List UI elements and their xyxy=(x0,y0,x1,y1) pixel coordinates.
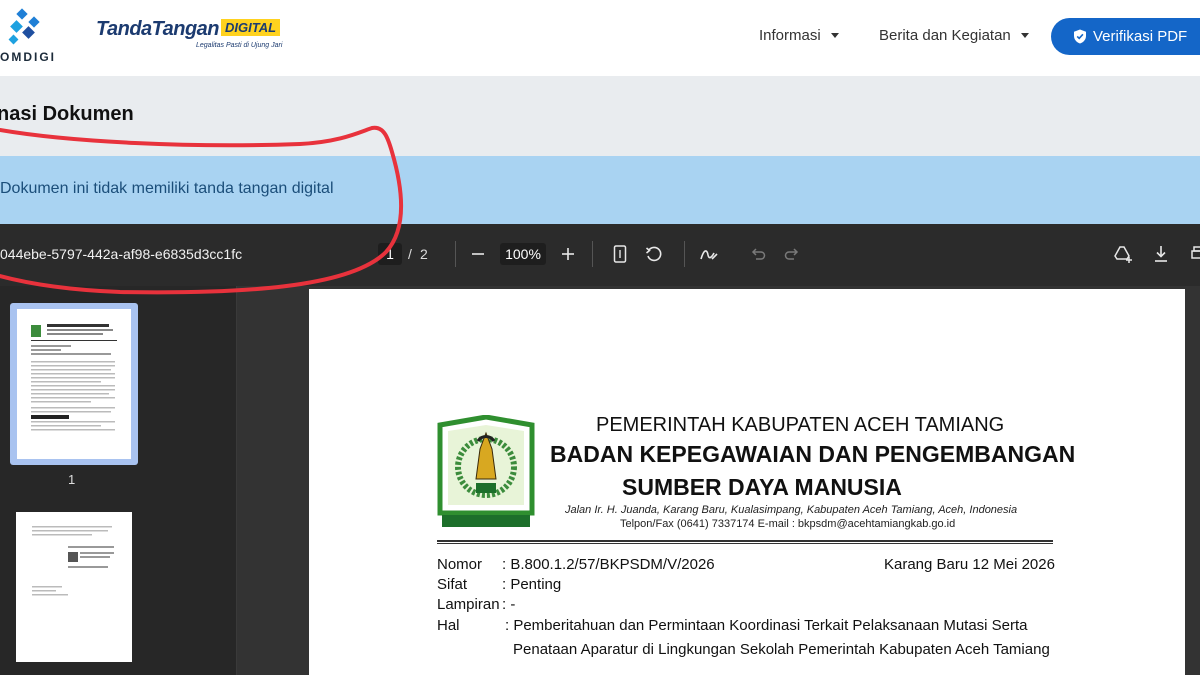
verify-pdf-button[interactable]: Verifikasi PDF xyxy=(1051,18,1200,55)
shield-check-icon xyxy=(1074,29,1086,44)
redo-button[interactable] xyxy=(780,242,804,266)
print-icon xyxy=(1191,246,1200,259)
download-button[interactable] xyxy=(1149,242,1173,266)
alert-message: Dokumen ini tidak memiliki tanda tangan … xyxy=(0,180,334,197)
letter-agency-line-2: SUMBER DAYA MANUSIA xyxy=(622,474,902,500)
rotate-button[interactable] xyxy=(642,242,666,266)
fit-page-button[interactable] xyxy=(608,242,632,266)
redo-icon xyxy=(784,248,799,260)
caret-down-icon xyxy=(1020,33,1029,38)
caret-down-icon xyxy=(830,33,839,38)
app-root: OMDIGI TandaTangan DIGITAL Legalitas Past… xyxy=(0,0,1200,675)
verify-pdf-label: Verifikasi PDF xyxy=(1093,28,1188,45)
letter-nomor-label: Nomor xyxy=(437,556,483,573)
nav-berita-kegiatan[interactable]: Berita dan Kegiatan xyxy=(879,27,1029,44)
page-separator: / xyxy=(408,246,412,262)
letter-hal-label: Hal xyxy=(437,617,460,634)
komdigi-wordmark: OMDIGI xyxy=(0,50,56,64)
zoom-out-button[interactable] xyxy=(466,242,490,266)
brand-digital: DIGITAL xyxy=(221,19,281,36)
brand-tagline: Legalitas Pasti di Ujung Jari xyxy=(196,42,283,49)
plus-icon xyxy=(562,248,574,260)
letter-nomor-value: : B.800.1.2/57/BKPSDM/V/2026 xyxy=(502,556,715,573)
letter-hal-value-1: : Pemberitahuan dan Permintaan Koordinas… xyxy=(505,617,1028,634)
save-to-drive-button[interactable] xyxy=(1111,242,1135,266)
page-title: nasi Dokumen xyxy=(0,103,134,125)
draw-icon xyxy=(700,250,718,260)
site-header: OMDIGI TandaTangan DIGITAL Legalitas Past… xyxy=(0,0,1200,76)
letter-sifat-label: Sifat xyxy=(437,576,468,593)
title-band: nasi Dokumen xyxy=(0,76,1200,156)
document-name: 044ebe-5797-442a-af98-e6835d3cc1fc xyxy=(0,246,243,262)
fit-page-icon xyxy=(613,245,627,263)
nav-informasi[interactable]: Informasi xyxy=(759,27,839,44)
letter-rule xyxy=(437,543,1053,544)
zoom-level[interactable]: 100% xyxy=(500,243,546,265)
letter-lampiran-value: : - xyxy=(502,596,516,613)
toolbar-divider xyxy=(455,241,456,267)
toolbar-divider xyxy=(684,241,685,267)
page-thumbnail-1[interactable] xyxy=(17,309,131,459)
nav-informasi-label: Informasi xyxy=(759,27,821,44)
letter-date: Karang Baru 12 Mei 2026 xyxy=(884,556,1055,573)
zoom-in-button[interactable] xyxy=(556,242,580,266)
nav-berita-label: Berita dan Kegiatan xyxy=(879,27,1011,44)
letter-lampiran-label: Lampiran xyxy=(437,596,500,613)
info-alert: Dokumen ini tidak memiliki tanda tangan … xyxy=(0,156,1200,224)
minus-icon xyxy=(472,253,484,255)
page-number-input[interactable]: 1 xyxy=(378,243,402,265)
letter-hal-value-2: Penataan Aparatur di Lingkungan Sekolah … xyxy=(513,641,1050,658)
letter-rule xyxy=(437,540,1053,542)
download-icon xyxy=(1155,246,1167,262)
tandatangan-logo[interactable]: TandaTangan DIGITAL Legalitas Pasti di Uj… xyxy=(96,18,282,49)
toolbar-divider xyxy=(592,241,593,267)
pdf-toolbar: 044ebe-5797-442a-af98-e6835d3cc1fc 1 / 2… xyxy=(0,224,1200,286)
letter-agency-line-1: BADAN KEPEGAWAIAN DAN PENGEMBANGAN xyxy=(550,441,1076,467)
thumbnail-preview xyxy=(31,324,117,431)
drive-add-icon xyxy=(1114,246,1132,263)
thumbnail-label-1: 1 xyxy=(68,472,76,487)
letter-contact: Telpon/Fax (0641) 7337174 E-mail : bkpsd… xyxy=(620,518,956,530)
undo-icon xyxy=(751,248,766,260)
annotate-button[interactable] xyxy=(697,242,721,266)
page-thumbnail-2[interactable] xyxy=(16,512,132,662)
brand-main: TandaTangan xyxy=(96,18,220,40)
page-total: 2 xyxy=(420,246,428,262)
komdigi-logo[interactable] xyxy=(4,8,54,48)
undo-button[interactable] xyxy=(746,242,770,266)
aceh-tamiang-emblem xyxy=(437,415,535,527)
letter-sifat-value: : Penting xyxy=(502,576,562,593)
letter-government: PEMERINTAH KABUPATEN ACEH TAMIANG xyxy=(596,414,1005,436)
thumbnail-preview xyxy=(32,526,114,596)
rotate-icon xyxy=(645,246,662,262)
print-button[interactable] xyxy=(1186,242,1200,266)
letter-address: Jalan Ir. H. Juanda, Karang Baru, Kualas… xyxy=(565,504,1018,516)
